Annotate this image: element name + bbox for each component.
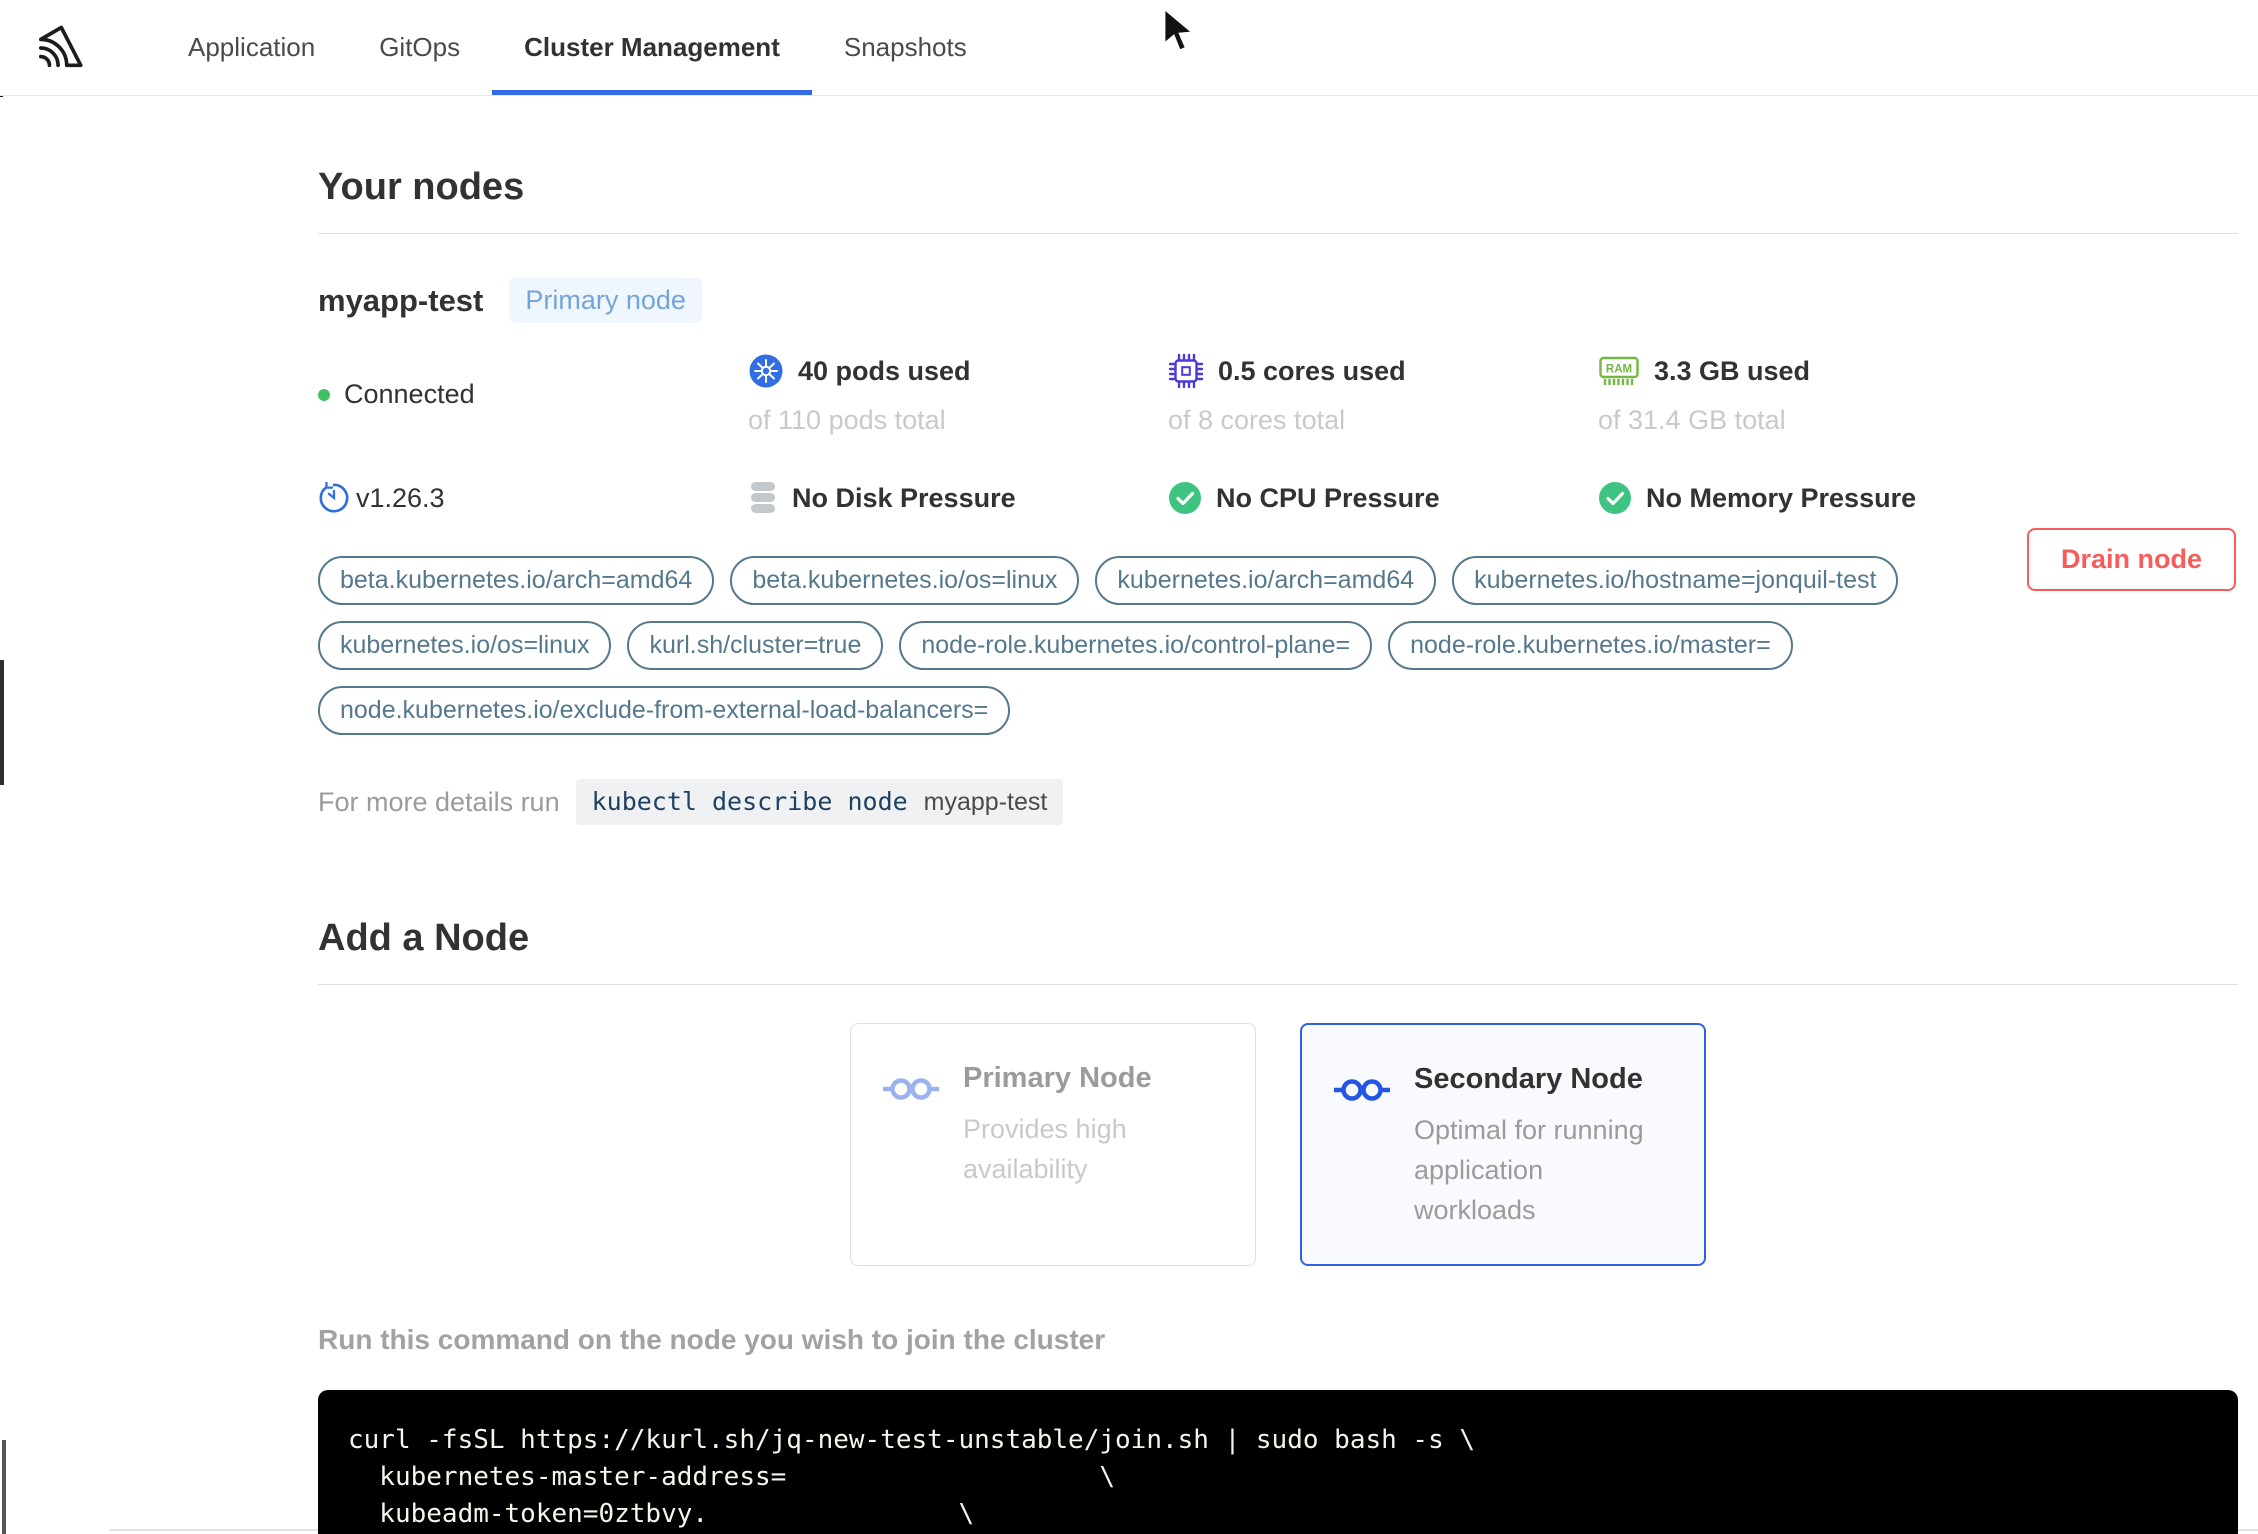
disk-pressure-condition: No Disk Pressure <box>748 480 1168 516</box>
node-label-chip: kurl.sh/cluster=true <box>627 621 884 670</box>
pods-stat: 40 pods used of 110 pods total <box>748 353 1168 436</box>
node-labels: beta.kubernetes.io/arch=amd64 beta.kuber… <box>318 556 1928 735</box>
kubectl-command-chip: kubectl describe node myapp-test <box>575 779 1064 825</box>
memory-total: of 31.4 GB total <box>1598 405 1786 435</box>
pods-total: of 110 pods total <box>748 405 946 435</box>
kubernetes-version: v1.26.3 <box>318 480 748 516</box>
your-nodes-heading: Your nodes <box>318 166 525 208</box>
node-status: Connected <box>318 353 748 436</box>
node-label-chip: beta.kubernetes.io/arch=amd64 <box>318 556 715 605</box>
primary-node-title: Primary Node <box>963 1062 1152 1094</box>
join-command-terminal: curl -fsSL https://kurl.sh/jq-new-test-u… <box>318 1390 2238 1534</box>
disk-pressure-label: No Disk Pressure <box>792 482 1016 513</box>
kurl-logo-icon <box>30 24 84 72</box>
drain-node-button[interactable]: Drain node <box>2026 528 2236 591</box>
divider <box>318 233 2238 234</box>
node-type-options: Primary Node Provides high availability … <box>318 1023 2238 1266</box>
node-label-chip: node-role.kubernetes.io/control-plane= <box>899 621 1373 670</box>
main-content: Your nodes myapp-test Primary node Conne… <box>318 96 2238 1534</box>
node-name: myapp-test <box>318 282 484 318</box>
check-icon <box>1598 481 1632 515</box>
node-stats: Connected 40 pods used of 110 pods total… <box>318 353 2238 516</box>
cpu-pressure-condition: No CPU Pressure <box>1168 480 1598 516</box>
nav-tabs: Application GitOps Cluster Management Sn… <box>156 0 999 95</box>
node-label-chip: node-role.kubernetes.io/master= <box>1388 621 1793 670</box>
memory-pressure-label: No Memory Pressure <box>1646 482 1917 513</box>
status-label: Connected <box>344 379 475 409</box>
secondary-node-option[interactable]: Secondary Node Optimal for running appli… <box>1300 1023 1706 1266</box>
cpu-pressure-label: No CPU Pressure <box>1216 482 1440 513</box>
node-header: myapp-test Primary node <box>318 278 2238 323</box>
tab-cluster-management[interactable]: Cluster Management <box>492 0 812 95</box>
details-hint-line: For more details run kubectl describe no… <box>318 779 2238 825</box>
node-label-chip: node.kubernetes.io/exclude-from-external… <box>318 686 1011 735</box>
join-command-instruction: Run this command on the node you wish to… <box>318 1324 1106 1355</box>
join-command-text: curl -fsSL https://kurl.sh/jq-new-test-u… <box>348 1425 1476 1529</box>
node-label-chip: kubernetes.io/os=linux <box>318 621 612 670</box>
kubernetes-icon <box>748 353 784 389</box>
cpu-icon <box>1168 353 1204 389</box>
node-label-chip: kubernetes.io/arch=amd64 <box>1095 556 1437 605</box>
tab-gitops[interactable]: GitOps <box>347 0 492 95</box>
tab-application[interactable]: Application <box>156 0 347 95</box>
top-nav: Application GitOps Cluster Management Sn… <box>0 0 2258 96</box>
node-label-chip: kubernetes.io/hostname=jonquil-test <box>1452 556 1899 605</box>
status-dot-icon <box>318 388 330 401</box>
primary-node-option[interactable]: Primary Node Provides high availability <box>850 1023 1256 1266</box>
memory-pressure-condition: No Memory Pressure <box>1598 480 2238 516</box>
memory-stat: RAM 3.3 GB used of 31.4 GB total <box>1598 353 2238 436</box>
primary-node-description: Provides high availability <box>963 1114 1127 1184</box>
cores-total: of 8 cores total <box>1168 405 1346 435</box>
primary-node-badge: Primary node <box>509 278 702 323</box>
version-label: v1.26.3 <box>356 482 445 513</box>
kubectl-command-arg: myapp-test <box>923 788 1048 816</box>
check-icon <box>1168 481 1202 515</box>
window-left-edge <box>2 1440 6 1534</box>
cores-used: 0.5 cores used <box>1218 355 1406 386</box>
nodes-icon <box>1334 1075 1390 1230</box>
nodes-icon <box>883 1074 939 1231</box>
secondary-node-description: Optimal for running application workload… <box>1414 1115 1644 1225</box>
svg-text:RAM: RAM <box>1606 364 1632 376</box>
pods-used: 40 pods used <box>798 355 971 386</box>
window-left-edge <box>0 660 4 785</box>
divider <box>318 984 2238 985</box>
node-label-chip: beta.kubernetes.io/os=linux <box>730 556 1080 605</box>
tab-snapshots[interactable]: Snapshots <box>812 0 999 95</box>
secondary-node-title: Secondary Node <box>1414 1063 1643 1095</box>
kubectl-command: kubectl describe node <box>591 787 908 816</box>
memory-used: 3.3 GB used <box>1654 355 1811 386</box>
cluster-management-page: Application GitOps Cluster Management Sn… <box>0 0 2258 1534</box>
ram-icon: RAM <box>1598 353 1640 389</box>
node-labels-section: Drain node beta.kubernetes.io/arch=amd64… <box>318 528 2238 735</box>
version-icon <box>318 482 350 514</box>
cores-stat: 0.5 cores used of 8 cores total <box>1168 353 1598 436</box>
add-node-heading: Add a Node <box>318 917 530 959</box>
details-hint-text: For more details run <box>318 786 560 817</box>
disk-icon <box>748 480 778 516</box>
